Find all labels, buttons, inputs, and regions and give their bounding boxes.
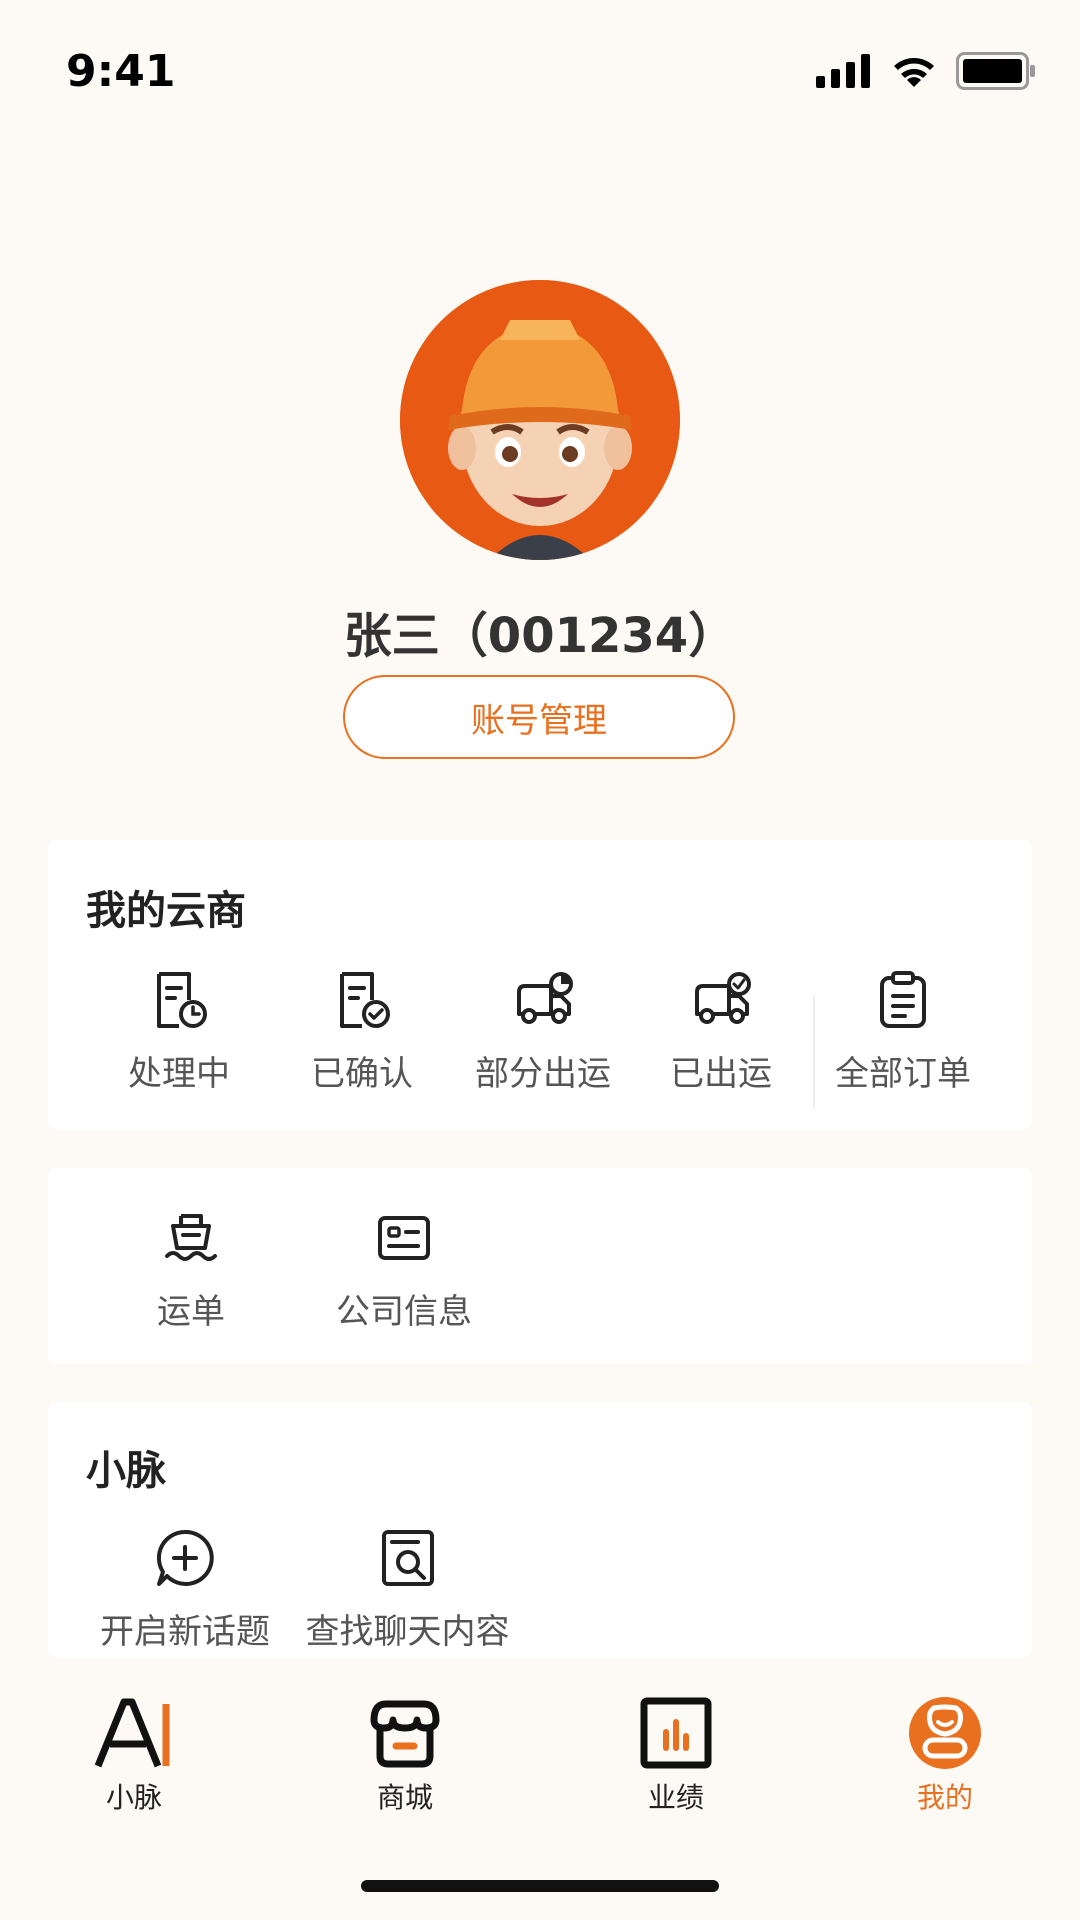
doc-search-icon: [381, 1530, 434, 1586]
chat-plus-icon: [156, 1529, 214, 1586]
partial-shipped-label: 部分出运: [475, 1054, 611, 1094]
all-orders-label: 全部订单: [835, 1054, 971, 1094]
doc-clock-icon: [157, 972, 207, 1028]
all-orders-item[interactable]: 全部订单: [828, 970, 978, 1095]
order-confirmed-item[interactable]: 已确认: [297, 970, 427, 1095]
waybill-label: 运单: [157, 1292, 225, 1332]
order-processing-label: 处理中: [128, 1054, 230, 1094]
new-topic-item[interactable]: 开启新话题: [96, 1528, 274, 1653]
truck-partial-icon: [517, 972, 573, 1024]
search-chat-label: 查找聊天内容: [305, 1612, 510, 1652]
tab-mine[interactable]: 我的: [875, 1696, 1015, 1816]
shipped-item[interactable]: 已出运: [656, 970, 786, 1095]
home-indicator: [361, 1880, 719, 1892]
my-cloud-title: 我的云商: [86, 888, 246, 934]
signal-icon: [816, 54, 870, 88]
tab-xiaomai-label: 小脉: [105, 1781, 162, 1814]
order-processing-item[interactable]: 处理中: [114, 970, 244, 1095]
truck-check-icon: [695, 972, 751, 1024]
id-card-icon: [378, 1216, 430, 1260]
tab-xiaomai[interactable]: 小脉: [64, 1696, 204, 1816]
status-time: 9:41: [66, 46, 176, 97]
clipboard-list-icon: [880, 971, 926, 1028]
tools-card: 运单 公司信息: [48, 1168, 1032, 1364]
tab-performance-label: 业绩: [647, 1781, 704, 1814]
xiaomai-card: 小脉 开启新话题 查找聊天内容: [48, 1402, 1032, 1658]
new-topic-label: 开启新话题: [100, 1612, 270, 1652]
account-management-button[interactable]: 账号管理: [343, 675, 735, 759]
ship-icon: [165, 1214, 217, 1261]
status-bar: 9:41: [0, 0, 1080, 150]
company-info-item[interactable]: 公司信息: [324, 1208, 484, 1333]
status-icons: [816, 52, 1036, 90]
waybill-item[interactable]: 运单: [136, 1208, 246, 1333]
doc-check-icon: [340, 972, 390, 1028]
user-name: 张三（001234）: [343, 608, 737, 664]
order-confirmed-label: 已确认: [311, 1054, 413, 1094]
avatar[interactable]: [400, 280, 680, 560]
xiaomai-title: 小脉: [86, 1448, 166, 1494]
tab-performance[interactable]: 业绩: [606, 1696, 746, 1816]
chart-icon: [640, 1697, 712, 1769]
ai-icon: [94, 1698, 170, 1768]
tab-store[interactable]: 商城: [335, 1696, 475, 1816]
my-cloud-card: 我的云商 处理中 已确认 部分出运 已出运 全部订单: [48, 840, 1032, 1130]
profile-icon: [909, 1697, 981, 1769]
item-divider: [813, 996, 815, 1108]
wifi-icon: [894, 58, 934, 87]
battery-icon: [956, 52, 1035, 90]
store-icon: [370, 1700, 440, 1768]
partial-shipped-item[interactable]: 部分出运: [468, 970, 618, 1095]
tab-mine-label: 我的: [916, 1781, 973, 1814]
tab-store-label: 商城: [376, 1781, 433, 1814]
shipped-label: 已出运: [670, 1054, 772, 1094]
worker-avatar-illustration: [400, 280, 680, 560]
company-info-label: 公司信息: [336, 1292, 472, 1332]
search-chat-item[interactable]: 查找聊天内容: [300, 1528, 515, 1653]
